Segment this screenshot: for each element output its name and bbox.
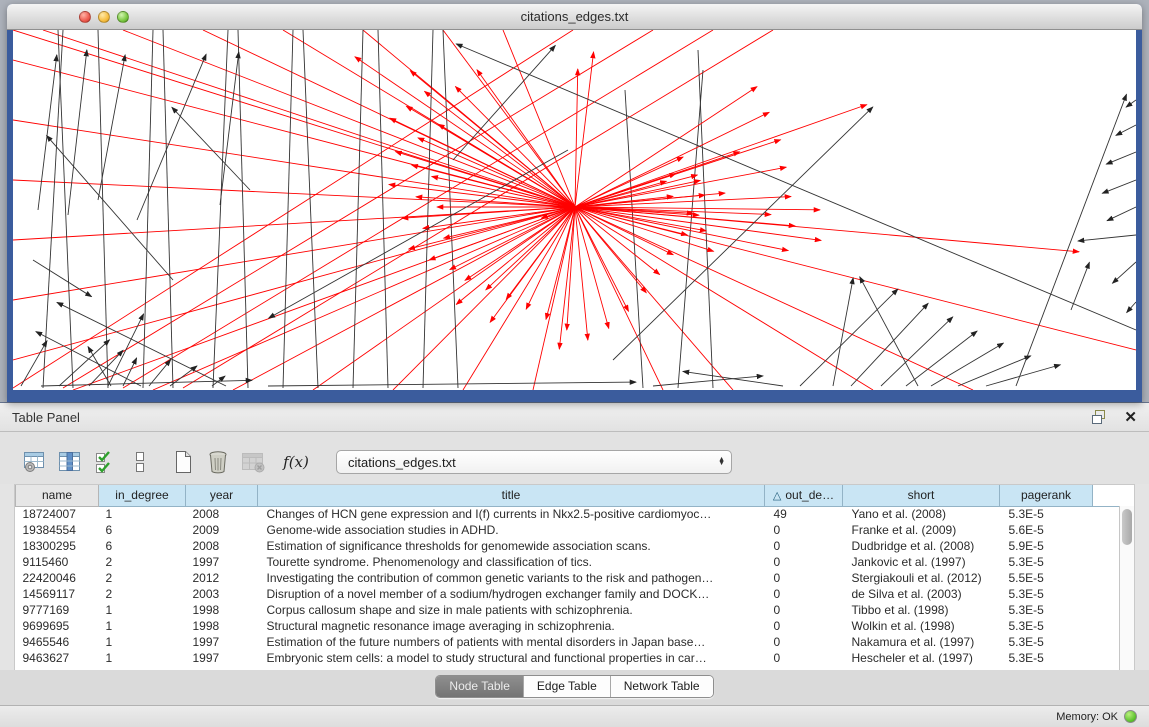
table-row[interactable]: 969969511998Structural magnetic resonanc… — [16, 618, 1120, 634]
window-title-bar[interactable]: citations_edges.txt — [7, 4, 1142, 30]
delete-table-disabled-icon — [240, 449, 266, 475]
table-row[interactable]: 2242004622012Investigating the contribut… — [16, 570, 1120, 586]
table-row[interactable]: 1872400712008Changes of HCN gene express… — [16, 506, 1120, 522]
network-window[interactable]: citations_edges.txt — [7, 4, 1142, 402]
create-column-icon[interactable] — [170, 449, 196, 475]
column-header-name[interactable]: name — [16, 485, 99, 506]
scrollbar-thumb[interactable] — [1122, 509, 1132, 545]
table-row[interactable]: 911546021997Tourette syndrome. Phenomeno… — [16, 554, 1120, 570]
table-selector-dropdown[interactable]: citations_edges.txt ▲▼ — [336, 450, 732, 474]
memory-ok-indicator — [1124, 710, 1137, 723]
traffic-lights — [79, 11, 129, 23]
vertical-scrollbar[interactable] — [1119, 506, 1134, 670]
node-table[interactable]: namein_degreeyeartitle△out_de…shortpager… — [14, 484, 1135, 670]
sort-indicator: △ — [773, 490, 781, 502]
row-options-icon[interactable] — [127, 449, 153, 475]
function-builder-icon[interactable]: f(x) — [283, 449, 309, 475]
column-header-pagerank[interactable]: pagerank — [1000, 485, 1093, 506]
dropdown-stepper-icon: ▲▼ — [718, 458, 725, 467]
column-header-title[interactable]: title — [258, 485, 765, 506]
show-columns-icon[interactable] — [57, 449, 83, 475]
table-header-row: namein_degreeyeartitle△out_de…shortpager… — [16, 485, 1120, 506]
network-view[interactable] — [13, 30, 1136, 390]
tab-node-table[interactable]: Node Table — [436, 676, 524, 697]
table-panel-header: Table Panel ✕ — [0, 402, 1149, 432]
table-row[interactable]: 946554611997Estimation of the future num… — [16, 634, 1120, 650]
memory-status-label: Memory: OK — [1056, 711, 1118, 723]
table-row[interactable]: 1456911722003Disruption of a novel membe… — [16, 586, 1120, 602]
status-bar: Memory: OK — [0, 705, 1149, 727]
table-options-icon[interactable] — [22, 449, 48, 475]
table-row[interactable]: 977716911998Corpus callosum shape and si… — [16, 602, 1120, 618]
select-attributes-icon[interactable] — [92, 449, 118, 475]
zoom-window-button[interactable] — [117, 11, 129, 23]
close-panel-icon[interactable]: ✕ — [1124, 408, 1137, 426]
close-window-button[interactable] — [79, 11, 91, 23]
column-header-year[interactable]: year — [186, 485, 258, 506]
delete-column-icon[interactable] — [205, 449, 231, 475]
table-tabs-zone: Node TableEdge TableNetwork Table — [0, 670, 1149, 705]
tab-edge-table[interactable]: Edge Table — [524, 676, 611, 697]
column-header-out_degree[interactable]: △out_de… — [765, 485, 843, 506]
table-row[interactable]: 1938455462009Genome-wide association stu… — [16, 522, 1120, 538]
attribute-table: namein_degreeyeartitle△out_de…shortpager… — [15, 485, 1120, 666]
window-title: citations_edges.txt — [521, 9, 629, 24]
tab-network-table[interactable]: Network Table — [611, 676, 713, 697]
header-filler — [1093, 485, 1120, 506]
network-canvas[interactable] — [13, 30, 1136, 390]
table-row[interactable]: 1830029562008Estimation of significance … — [16, 538, 1120, 554]
node-table-body: 1872400712008Changes of HCN gene express… — [16, 506, 1120, 666]
table-toolbar: f(x) citations_edges.txt ▲▼ — [0, 432, 1149, 484]
table-panel-title: Table Panel — [12, 410, 80, 425]
table-tab-group: Node TableEdge TableNetwork Table — [435, 675, 713, 698]
desktop: citations_edges.txt — [0, 0, 1149, 402]
table-selector-value: citations_edges.txt — [348, 455, 718, 470]
column-header-in_degree[interactable]: in_degree — [99, 485, 186, 506]
column-header-short[interactable]: short — [843, 485, 1000, 506]
minimize-window-button[interactable] — [98, 11, 110, 23]
float-panel-icon[interactable] — [1092, 410, 1108, 424]
table-row[interactable]: 946362711997Embryonic stem cells: a mode… — [16, 650, 1120, 666]
